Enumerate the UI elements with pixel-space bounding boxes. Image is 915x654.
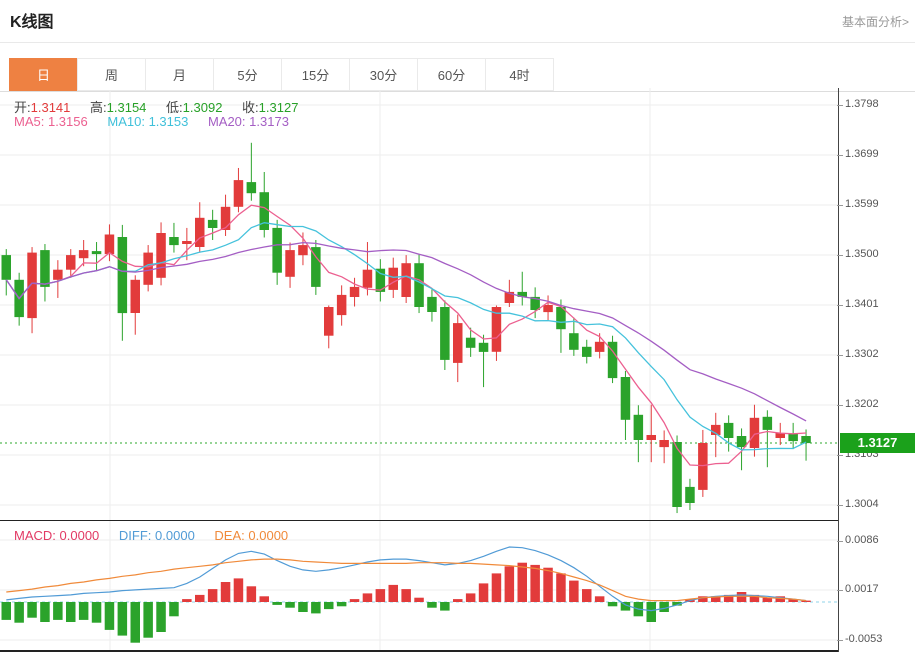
close-label: 收:: [242, 100, 259, 115]
tab-4hour[interactable]: 4时: [485, 58, 554, 91]
price-axis-label: 1.3500: [837, 248, 907, 260]
chart-bottom-border: [0, 650, 839, 652]
ma5-value: 1.3156: [47, 114, 88, 129]
close-value: 1.3127: [258, 100, 299, 115]
tab-60min[interactable]: 60分: [417, 58, 486, 91]
macd-axis-label: 0.0086: [837, 534, 907, 546]
low-value: 1.3092: [182, 100, 223, 115]
fundamental-analysis-link[interactable]: 基本面分析>: [842, 13, 909, 30]
diff-value: 0.0000: [155, 528, 195, 543]
high-value: 1.3154: [106, 100, 147, 115]
ma10-value: 1.3153: [148, 114, 189, 129]
low-label: 低:: [166, 100, 183, 115]
open-label: 开:: [14, 100, 31, 115]
price-axis-label: 1.3004: [837, 498, 907, 510]
page-title: K线图: [10, 14, 54, 31]
title-divider: [0, 42, 915, 43]
price-axis-label: 1.3401: [837, 298, 907, 310]
macd-legend: MACD: 0.0000 DIFF: 0.0000 DEA: 0.0000: [14, 528, 304, 543]
ma5-label: MA5:: [14, 114, 45, 129]
dea-value: 0.0000: [248, 528, 289, 543]
ma-legend: MA5: 1.3156 MA10: 1.3153 MA20: 1.3173: [14, 114, 305, 129]
diff-label: DIFF:: [118, 528, 152, 543]
price-axis-label: 1.3699: [837, 148, 907, 160]
price-axis-label: 1.3302: [837, 348, 907, 360]
dea-label: DEA:: [214, 528, 245, 543]
open-value: 1.3141: [30, 100, 71, 115]
tab-week[interactable]: 周: [77, 58, 146, 91]
ma20-value: 1.3173: [249, 114, 289, 129]
pane-separator: [0, 520, 839, 521]
y-axis-line: [838, 88, 839, 652]
price-axis-label: 1.3798: [837, 98, 907, 110]
macd-label: MACD:: [14, 528, 56, 543]
high-label: 高:: [90, 100, 107, 115]
tab-30min[interactable]: 30分: [349, 58, 418, 91]
tab-month[interactable]: 月: [145, 58, 214, 91]
kline-app: K线图 基本面分析> 日 周 月 5分 15分 30分 60分 4时 开:1.3…: [0, 0, 915, 654]
candlestick-macd-chart: [0, 88, 838, 651]
macd-value: 0.0000: [59, 528, 100, 543]
tab-15min[interactable]: 15分: [281, 58, 350, 91]
current-price-badge: 1.3127: [840, 433, 915, 453]
price-axis-label: 1.3202: [837, 398, 907, 410]
price-axis-label: 1.3599: [837, 198, 907, 210]
macd-axis-label: -0.0053: [837, 633, 907, 645]
ma10-label: MA10:: [107, 114, 145, 129]
tab-5min[interactable]: 5分: [213, 58, 282, 91]
interval-tabs: 日 周 月 5分 15分 30分 60分 4时: [9, 58, 554, 91]
macd-axis-label: 0.0017: [837, 583, 907, 595]
tab-day[interactable]: 日: [9, 58, 78, 91]
ma20-label: MA20:: [207, 114, 246, 129]
